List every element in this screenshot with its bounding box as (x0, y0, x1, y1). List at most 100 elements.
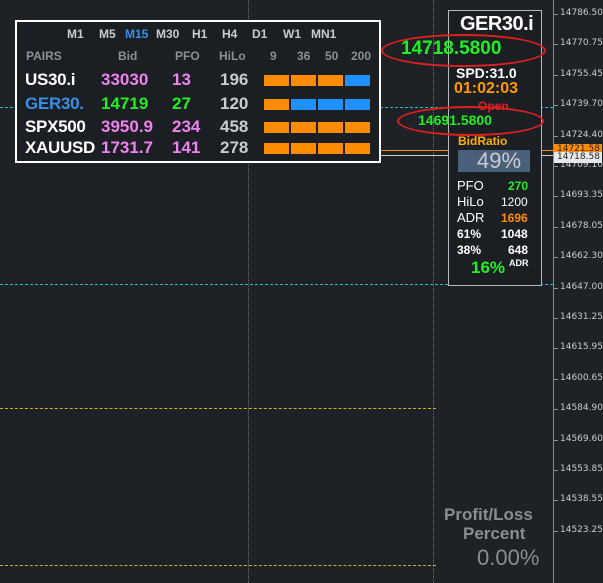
timeframe-m30[interactable]: M30 (156, 27, 179, 41)
column-header-bid: Bid (118, 49, 138, 63)
profit-loss-percent-label: Percent (463, 524, 526, 543)
info-adr-sup: ADR (509, 258, 529, 268)
info-pct38-label: 38% (457, 243, 482, 257)
price-tick-label: 14770.75 (560, 38, 603, 49)
row-pfo: 13 (172, 70, 191, 89)
trend-bar (291, 143, 316, 154)
column-header-36: 36 (297, 49, 311, 63)
trend-bar (291, 75, 316, 86)
price-tick (554, 530, 558, 532)
column-header-9: 9 (270, 49, 277, 63)
price-tick (554, 378, 558, 380)
info-adr-value: 1696 (501, 211, 528, 225)
table-row[interactable]: XAUUSD 1731.7 141 278 (17, 137, 379, 159)
highlight-ellipse-open (397, 106, 544, 136)
price-axis[interactable]: 14786.50 14770.75 14755.45 14739.70 14724.40… (553, 0, 603, 583)
trend-bar (345, 143, 370, 154)
price-tick-label: 14553.85 (560, 464, 603, 474)
timeframe-m15[interactable]: M15 (125, 27, 148, 41)
info-pfo-label: PFO (457, 178, 484, 193)
price-tick-label: 14724.40 (560, 129, 603, 140)
info-bidratio-value: 49% (477, 148, 522, 173)
price-tick-label: 14584.90 (560, 403, 603, 414)
price-tick-label: 14631.25 (560, 312, 603, 322)
column-header-pfo: PFO (175, 49, 200, 63)
highlight-ellipse-bid (381, 34, 546, 67)
timeframe-h1[interactable]: H1 (192, 27, 207, 41)
price-tick-label: 14615.95 (560, 342, 603, 353)
column-header-hilo: HiLo (219, 49, 246, 63)
trend-bar (264, 143, 289, 154)
price-tick-label: 14647.00 (560, 281, 603, 292)
price-tick (554, 348, 558, 350)
row-bid: 14719 (101, 94, 149, 113)
timeframe-d1[interactable]: D1 (252, 27, 267, 41)
trend-bar (318, 99, 343, 110)
row-hilo: 458 (220, 117, 249, 136)
price-tick (554, 470, 558, 471)
info-pct61-label: 61% (457, 227, 482, 241)
trend-bar (291, 99, 316, 110)
profit-loss-value: 0.00% (477, 545, 540, 570)
chart-grid-vertical (433, 0, 434, 583)
info-pct61-value: 1048 (501, 227, 528, 241)
timeframe-w1[interactable]: W1 (283, 27, 301, 41)
info-pct38-value: 648 (508, 243, 529, 257)
row-bid: 1731.7 (101, 138, 153, 157)
price-tick (554, 409, 558, 411)
price-tick (554, 105, 558, 107)
price-tick-label: 14786.50 (560, 8, 603, 18)
info-adr-percent: 16% (471, 258, 506, 277)
price-tick-label: 14600.65 (560, 372, 603, 383)
trend-bar (264, 99, 289, 110)
row-symbol: XAUUSD (25, 138, 95, 157)
info-symbol: GER30.i (460, 13, 534, 35)
price-tick-label: 14739.70 (560, 99, 603, 110)
timeframe-h4[interactable]: H4 (222, 27, 237, 41)
price-tick (554, 439, 558, 441)
level-line-yellow (0, 408, 436, 409)
row-pfo: 27 (172, 94, 191, 113)
price-tick-label: 14662.30 (560, 251, 603, 262)
price-tick-label: 14569.60 (560, 433, 603, 444)
price-tick (554, 287, 558, 289)
row-symbol: GER30. (25, 94, 84, 113)
column-header-pairs: PAIRS (26, 49, 62, 63)
bid-price-tag: 14718.58 (554, 152, 602, 163)
price-tick-label: 14678.05 (560, 220, 603, 231)
trend-bar (264, 75, 289, 86)
info-countdown: 01:02:03 (454, 80, 519, 97)
price-tick (554, 226, 558, 228)
price-tick (554, 44, 558, 46)
trend-bar (318, 75, 343, 86)
row-bid: 33030 (101, 70, 149, 89)
row-bid: 3950.9 (101, 117, 153, 136)
table-row[interactable]: GER30. 14719 27 120 (17, 93, 379, 115)
price-tick (554, 135, 558, 137)
price-tick (554, 14, 558, 15)
price-tick (554, 257, 558, 259)
symbol-dashboard: M1 M5 M15 M30 H1 H4 D1 W1 MN1 PAIRS Bid … (15, 20, 381, 163)
price-tick-label: 14523.25 (560, 524, 603, 535)
price-tick-label: 14538.55 (560, 494, 603, 505)
row-hilo: 278 (220, 138, 249, 157)
level-line-yellow (0, 565, 436, 566)
table-row[interactable]: US30.i 33030 13 196 (17, 69, 379, 91)
row-hilo: 120 (220, 94, 249, 113)
table-row[interactable]: SPX500 3950.9 234 458 (17, 116, 379, 138)
price-tick (554, 74, 558, 76)
price-tick (554, 196, 558, 198)
info-bidratio-label: BidRatio (458, 134, 508, 148)
column-header-50: 50 (325, 49, 339, 63)
row-hilo: 196 (220, 70, 249, 89)
profit-loss-label: Profit/Loss (444, 505, 533, 524)
timeframe-m1[interactable]: M1 (67, 27, 84, 41)
price-tick (554, 166, 558, 167)
row-pfo: 234 (172, 117, 201, 136)
info-hilo-value: 1200 (501, 195, 528, 209)
trend-bar (345, 99, 370, 110)
timeframe-m5[interactable]: M5 (99, 27, 116, 41)
timeframe-mn1[interactable]: MN1 (311, 27, 336, 41)
info-hilo-label: HiLo (457, 194, 484, 209)
trend-bar (291, 122, 316, 133)
